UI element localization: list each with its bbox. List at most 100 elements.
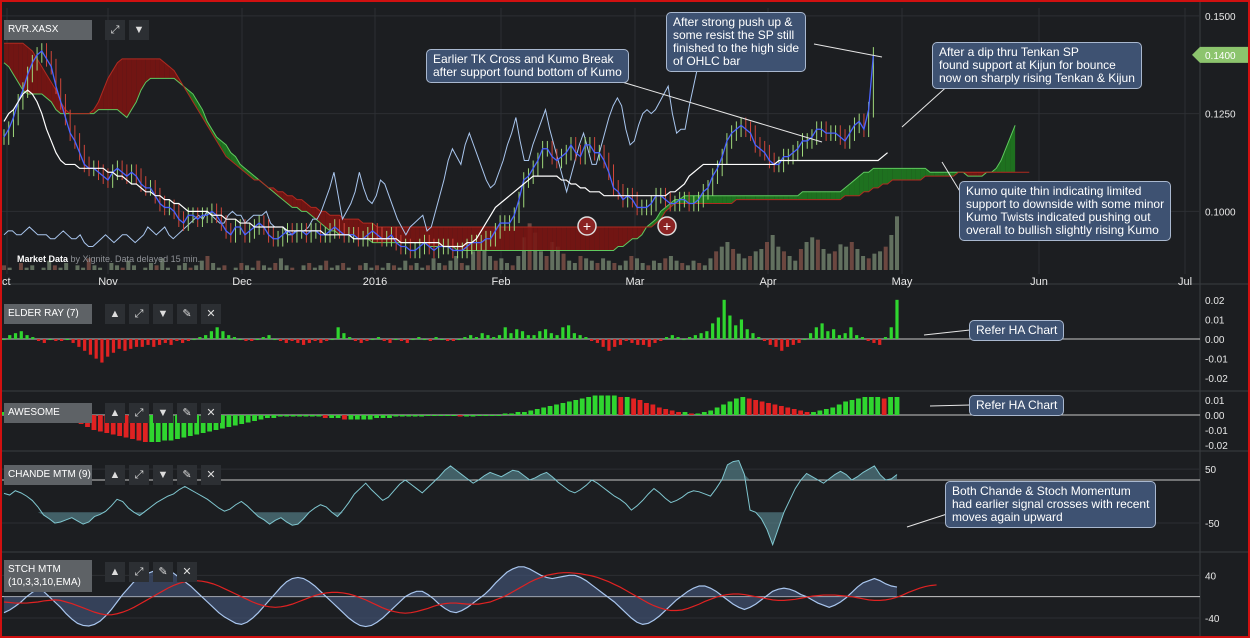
kumo-segment: [599, 226, 605, 251]
close-icon[interactable]: ✕: [201, 465, 221, 485]
volume-bar: [505, 263, 510, 270]
pencil-icon[interactable]: ✎: [177, 403, 197, 423]
volume-bar: [131, 265, 136, 270]
move-up-icon[interactable]: ▲: [105, 304, 125, 324]
volume-bar: [855, 249, 860, 270]
volume-bar: [222, 265, 227, 270]
expand-icon[interactable]: ⤢: [129, 304, 149, 324]
price-x-tick-label: Dec: [232, 276, 252, 288]
elder-bar: [19, 331, 23, 340]
move-down-icon[interactable]: ▼: [153, 465, 173, 485]
volume-bar: [256, 260, 261, 270]
pencil-icon[interactable]: ✎: [153, 562, 173, 582]
kumo-segment: [788, 195, 794, 200]
volume-bar: [731, 249, 736, 270]
chande-label[interactable]: CHANDE MTM (9): [4, 465, 92, 485]
elder-bar: [711, 323, 715, 340]
kumo-segment: [939, 172, 945, 177]
elder-bar: [618, 339, 623, 345]
kumo-segment: [476, 226, 482, 251]
awesome-bar: [695, 413, 701, 415]
kumo-segment: [117, 58, 123, 114]
expand-icon[interactable]: ⤢: [129, 562, 149, 582]
price-y-tick-label: 0.1000: [1205, 207, 1236, 218]
volume-bar: [866, 258, 871, 270]
kumo-segment: [537, 226, 543, 251]
volume-bar: [7, 267, 12, 270]
elder-bar: [751, 333, 755, 340]
volume-bar: [765, 242, 770, 270]
elder-bar: [636, 339, 640, 345]
volume-bar: [798, 249, 803, 270]
elder-ray-label[interactable]: ELDER RAY (7): [4, 304, 92, 324]
elder-bar: [624, 339, 628, 341]
elder-bar: [837, 335, 841, 340]
expand-icon[interactable]: ⤢: [105, 20, 125, 40]
volume-bar: [810, 237, 815, 270]
volume-bar: [188, 267, 193, 270]
move-down-icon[interactable]: ▼: [129, 20, 149, 40]
move-up-icon[interactable]: ▲: [105, 403, 125, 423]
elder-bar: [480, 333, 484, 340]
elder-bar: [365, 339, 369, 341]
symbol-label[interactable]: RVR.XASX: [4, 20, 92, 40]
elder-bar: [273, 339, 277, 341]
awesome-bar: [778, 406, 784, 415]
volume-bar: [273, 263, 278, 270]
pencil-icon[interactable]: ✎: [177, 304, 197, 324]
expand-icon[interactable]: ⤢: [129, 465, 149, 485]
volume-bar: [578, 256, 583, 270]
awesome-bar: [232, 415, 238, 426]
expand-icon[interactable]: ⤢: [129, 403, 149, 423]
price-x-tick-label: Mar: [626, 276, 645, 288]
kumo-segment: [523, 226, 529, 251]
stoch-label[interactable]: STCH MTM (10,3,3,10,EMA): [4, 560, 92, 592]
elder-bar: [382, 339, 386, 341]
close-icon[interactable]: ✕: [177, 562, 197, 582]
elder-bar: [342, 333, 346, 340]
move-up-icon[interactable]: ▲: [105, 465, 125, 485]
elder-bar: [641, 339, 646, 345]
elder-bar: [572, 333, 576, 340]
close-icon[interactable]: ✕: [201, 403, 221, 423]
awesome-bar: [637, 400, 643, 415]
elder-bar: [394, 339, 398, 341]
volume-bar: [397, 267, 402, 270]
awesome-bar: [97, 415, 103, 432]
awesome-bar: [624, 397, 630, 415]
elder-bar: [313, 339, 317, 341]
signal-marker-plus: +: [663, 218, 671, 234]
elder-bar: [463, 337, 467, 340]
awesome-bar: [534, 409, 540, 415]
volume-bar: [380, 267, 385, 270]
elder-bar: [849, 327, 853, 340]
kumo-segment: [197, 101, 203, 118]
elder-bar: [8, 335, 12, 340]
move-down-icon[interactable]: ▼: [153, 403, 173, 423]
kumo-segment: [192, 94, 198, 110]
pencil-icon[interactable]: ✎: [177, 465, 197, 485]
awesome-bar: [682, 412, 688, 415]
awesome-y-tick-label: 0.01: [1205, 396, 1225, 407]
volume-bar: [493, 260, 498, 270]
volume-bar: [697, 263, 702, 270]
volume-bar: [657, 263, 662, 270]
awesome-bar: [811, 412, 816, 415]
volume-bar: [736, 253, 741, 270]
elder-y-tick-label: -0.02: [1205, 374, 1228, 385]
elder-bar: [578, 335, 582, 340]
awesome-bar: [457, 415, 463, 417]
elder-bar: [469, 335, 473, 340]
elder-bar: [405, 339, 409, 343]
awesome-bar: [412, 415, 418, 417]
move-down-icon[interactable]: ▼: [153, 304, 173, 324]
kumo-segment: [504, 226, 510, 251]
elder-bar: [221, 331, 225, 340]
close-icon[interactable]: ✕: [201, 304, 221, 324]
volume-bar: [386, 263, 391, 270]
kumo-segment: [509, 226, 515, 251]
awesome-label[interactable]: AWESOME: [4, 403, 92, 423]
elder-bar: [261, 337, 265, 340]
elder-bar: [54, 339, 58, 341]
move-up-icon[interactable]: ▲: [105, 562, 125, 582]
